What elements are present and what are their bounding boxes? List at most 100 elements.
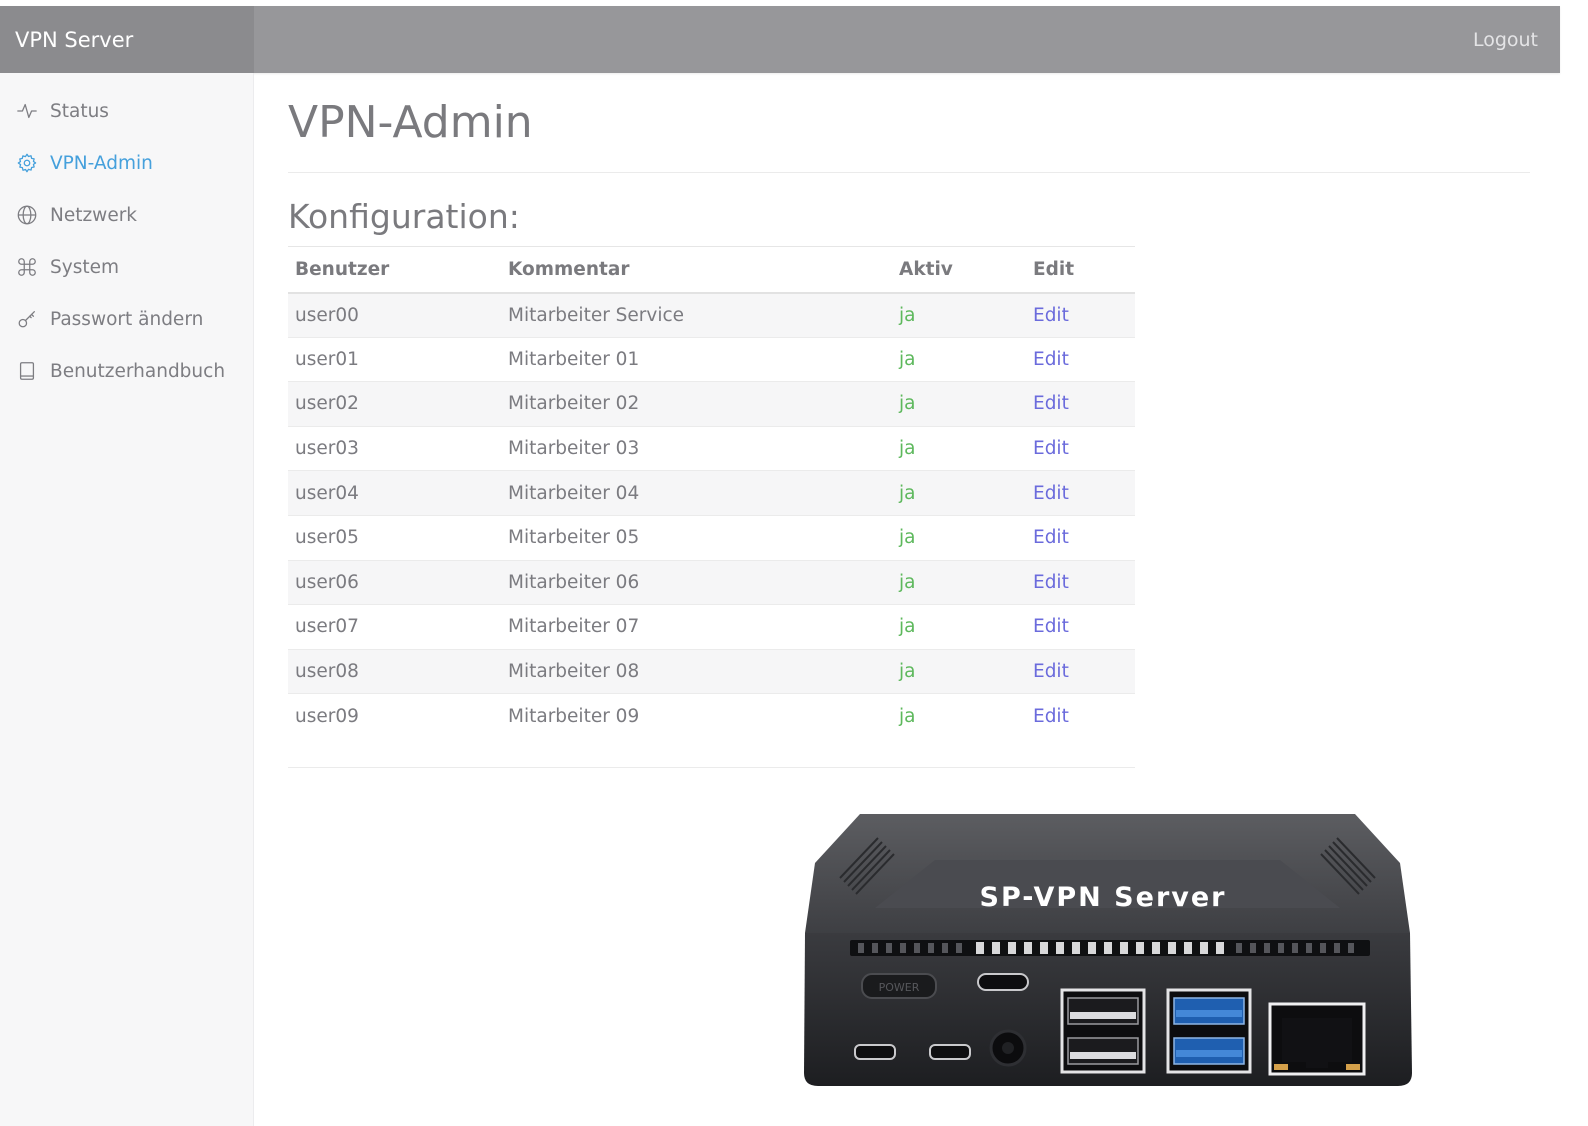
cell-edit: Edit xyxy=(1026,514,1135,561)
edit-link[interactable]: Edit xyxy=(1033,527,1069,548)
power-label: POWER xyxy=(879,981,920,994)
table-row: user03 Mitarbeiter 03 ja Edit xyxy=(288,425,1135,471)
cell-user: user02 xyxy=(288,381,501,427)
sidebar-item-label: System xyxy=(50,256,119,278)
table-footer-divider xyxy=(288,738,1135,769)
table-row: user08 Mitarbeiter 08 ja Edit xyxy=(288,648,1135,694)
table-row: user01 Mitarbeiter 01 ja Edit xyxy=(288,336,1135,382)
globe-icon xyxy=(17,205,37,225)
cell-edit: Edit xyxy=(1026,604,1135,650)
sidebar-item-label: Netzwerk xyxy=(50,204,138,226)
book-icon xyxy=(19,362,35,380)
edit-link[interactable]: Edit xyxy=(1033,616,1069,637)
cell-active: ja xyxy=(892,514,1026,561)
cell-user: user07 xyxy=(288,604,501,650)
cell-active: ja xyxy=(892,559,1026,605)
cell-edit: Edit xyxy=(1026,648,1135,694)
column-header-kommentar: Kommentar xyxy=(501,246,892,294)
cell-comment: Mitarbeiter Service xyxy=(501,292,892,338)
table-body: user00 Mitarbeiter Service ja Edit user0… xyxy=(288,292,1135,739)
column-header-aktiv: Aktiv xyxy=(892,246,1026,294)
sidebar-item-label: Status xyxy=(50,100,109,122)
hdmi-port-1 xyxy=(854,1044,896,1060)
section-title: Konfiguration: xyxy=(288,197,520,236)
usb2-ports xyxy=(1060,988,1146,1074)
edit-link[interactable]: Edit xyxy=(1033,393,1069,414)
edit-link[interactable]: Edit xyxy=(1033,305,1069,326)
cell-comment: Mitarbeiter 05 xyxy=(501,514,892,561)
column-header-benutzer: Benutzer xyxy=(288,246,501,294)
table-header-row: Benutzer Kommentar Aktiv Edit xyxy=(288,246,1135,294)
cell-comment: Mitarbeiter 02 xyxy=(501,381,892,427)
command-icon xyxy=(18,258,36,276)
cell-edit: Edit xyxy=(1026,336,1135,382)
cell-edit: Edit xyxy=(1026,292,1135,338)
main-content: VPN-Admin Konfiguration: Benutzer Kommen… xyxy=(288,73,1530,769)
table-row: user09 Mitarbeiter 09 ja Edit xyxy=(288,693,1135,739)
table-row: user04 Mitarbeiter 04 ja Edit xyxy=(288,470,1135,516)
cell-comment: Mitarbeiter 09 xyxy=(501,693,892,739)
edit-link[interactable]: Edit xyxy=(1033,483,1069,504)
cell-user: user03 xyxy=(288,425,501,471)
cell-user: user08 xyxy=(288,648,501,694)
cell-active: ja xyxy=(892,604,1026,650)
cell-comment: Mitarbeiter 03 xyxy=(501,425,892,471)
sidebar-item-benutzerhandbuch[interactable]: Benutzerhandbuch xyxy=(0,345,253,397)
sidebar-item-label: Passwort ändern xyxy=(50,308,204,330)
config-table: Benutzer Kommentar Aktiv Edit user00 Mit… xyxy=(288,246,1135,739)
sidebar-item-system[interactable]: System xyxy=(0,241,253,293)
sidebar: Status VPN-Admin Netzwerk System Passwor… xyxy=(0,73,254,1126)
cell-comment: Mitarbeiter 06 xyxy=(501,559,892,605)
cell-user: user01 xyxy=(288,336,501,382)
activity-icon xyxy=(17,103,37,119)
table-header: Benutzer Kommentar Aktiv Edit xyxy=(288,246,1135,294)
table-row: user05 Mitarbeiter 05 ja Edit xyxy=(288,514,1135,561)
top-navbar: VPN Server Logout xyxy=(0,6,1560,73)
cell-edit: Edit xyxy=(1026,559,1135,605)
cell-edit: Edit xyxy=(1026,381,1135,427)
gear-icon xyxy=(17,153,37,173)
key-icon xyxy=(18,311,35,328)
cell-comment: Mitarbeiter 07 xyxy=(501,604,892,650)
table-row: user07 Mitarbeiter 07 ja Edit xyxy=(288,604,1135,650)
table-row: user00 Mitarbeiter Service ja Edit xyxy=(288,292,1135,338)
edit-link[interactable]: Edit xyxy=(1033,349,1069,370)
cell-edit: Edit xyxy=(1026,425,1135,471)
cell-active: ja xyxy=(892,381,1026,427)
edit-link[interactable]: Edit xyxy=(1033,661,1069,682)
edit-link[interactable]: Edit xyxy=(1033,706,1069,727)
cell-edit: Edit xyxy=(1026,470,1135,516)
cell-comment: Mitarbeiter 08 xyxy=(501,648,892,694)
device-image: SP-VPN Server POWER xyxy=(804,814,1412,1086)
cell-active: ja xyxy=(892,292,1026,338)
sidebar-item-label: VPN-Admin xyxy=(50,152,153,174)
cell-user: user06 xyxy=(288,559,501,605)
column-header-edit: Edit xyxy=(1026,246,1135,294)
edit-link[interactable]: Edit xyxy=(1033,572,1069,593)
sidebar-item-netzwerk[interactable]: Netzwerk xyxy=(0,189,253,241)
cell-active: ja xyxy=(892,693,1026,739)
cell-user: user00 xyxy=(288,292,501,338)
device-label: SP-VPN Server xyxy=(980,882,1227,913)
cell-user: user05 xyxy=(288,514,501,561)
cell-comment: Mitarbeiter 04 xyxy=(501,470,892,516)
cell-edit: Edit xyxy=(1026,693,1135,739)
front-grille-slots xyxy=(858,942,1354,954)
cell-user: user09 xyxy=(288,693,501,739)
ethernet-port xyxy=(1268,1002,1366,1076)
cell-active: ja xyxy=(892,425,1026,471)
sidebar-item-passwort[interactable]: Passwort ändern xyxy=(0,293,253,345)
cell-user: user04 xyxy=(288,470,501,516)
sidebar-item-status[interactable]: Status xyxy=(0,85,253,137)
cell-active: ja xyxy=(892,336,1026,382)
usb3-ports xyxy=(1166,988,1252,1074)
edit-link[interactable]: Edit xyxy=(1033,438,1069,459)
table-row: user06 Mitarbeiter 06 ja Edit xyxy=(288,559,1135,605)
sidebar-item-vpn-admin[interactable]: VPN-Admin xyxy=(0,137,253,189)
logout-link[interactable]: Logout xyxy=(1473,29,1560,51)
cell-active: ja xyxy=(892,470,1026,516)
page-title: VPN-Admin xyxy=(288,73,1530,173)
brand-title[interactable]: VPN Server xyxy=(0,6,254,73)
cell-comment: Mitarbeiter 01 xyxy=(501,336,892,382)
usb-c-port xyxy=(977,973,1029,991)
